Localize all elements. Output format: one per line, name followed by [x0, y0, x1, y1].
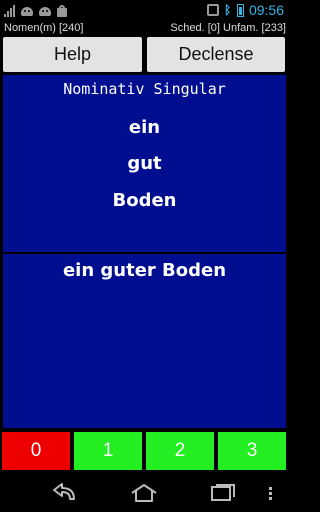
adjective-word: gut	[127, 153, 162, 174]
answer-text: ein guter Boden	[62, 260, 227, 281]
article-word: ein	[128, 117, 161, 138]
status-bar: ᛒ 09:56	[0, 0, 288, 20]
overflow-menu-icon[interactable]	[266, 482, 276, 504]
signal-icon	[4, 5, 16, 17]
shopping-bag-icon	[56, 5, 68, 17]
rating-button-1[interactable]: 1	[74, 432, 142, 470]
system-icons: ᛒ 09:56	[206, 2, 284, 18]
back-icon[interactable]	[50, 482, 78, 504]
clock: 09:56	[248, 2, 284, 18]
bluetooth-icon: ᛒ	[223, 3, 232, 17]
home-icon[interactable]	[129, 482, 159, 504]
rating-button-2[interactable]: 2	[146, 432, 214, 470]
battery-icon	[236, 3, 244, 17]
declense-button[interactable]: Declense	[147, 37, 285, 72]
schedule-count: Sched. [0] Unfam. [233]	[170, 22, 286, 34]
navigation-bar	[0, 474, 288, 512]
noun-word: Boden	[112, 190, 177, 211]
rating-button-0[interactable]: 0	[2, 432, 70, 470]
deck-info: Nomen(m) [240] Sched. [0] Unfam. [233]	[0, 20, 288, 36]
deck-count: Nomen(m) [240]	[4, 22, 84, 34]
help-button[interactable]: Help	[3, 37, 142, 72]
android-icon	[20, 5, 34, 17]
android-icon	[38, 5, 52, 17]
recents-icon[interactable]	[208, 482, 238, 504]
vibrate-icon	[206, 4, 219, 16]
notification-icons	[4, 3, 68, 17]
action-buttons: Help Declense	[0, 37, 288, 72]
case-title: Nominativ Singular	[63, 80, 226, 98]
rating-button-3[interactable]: 3	[218, 432, 286, 470]
